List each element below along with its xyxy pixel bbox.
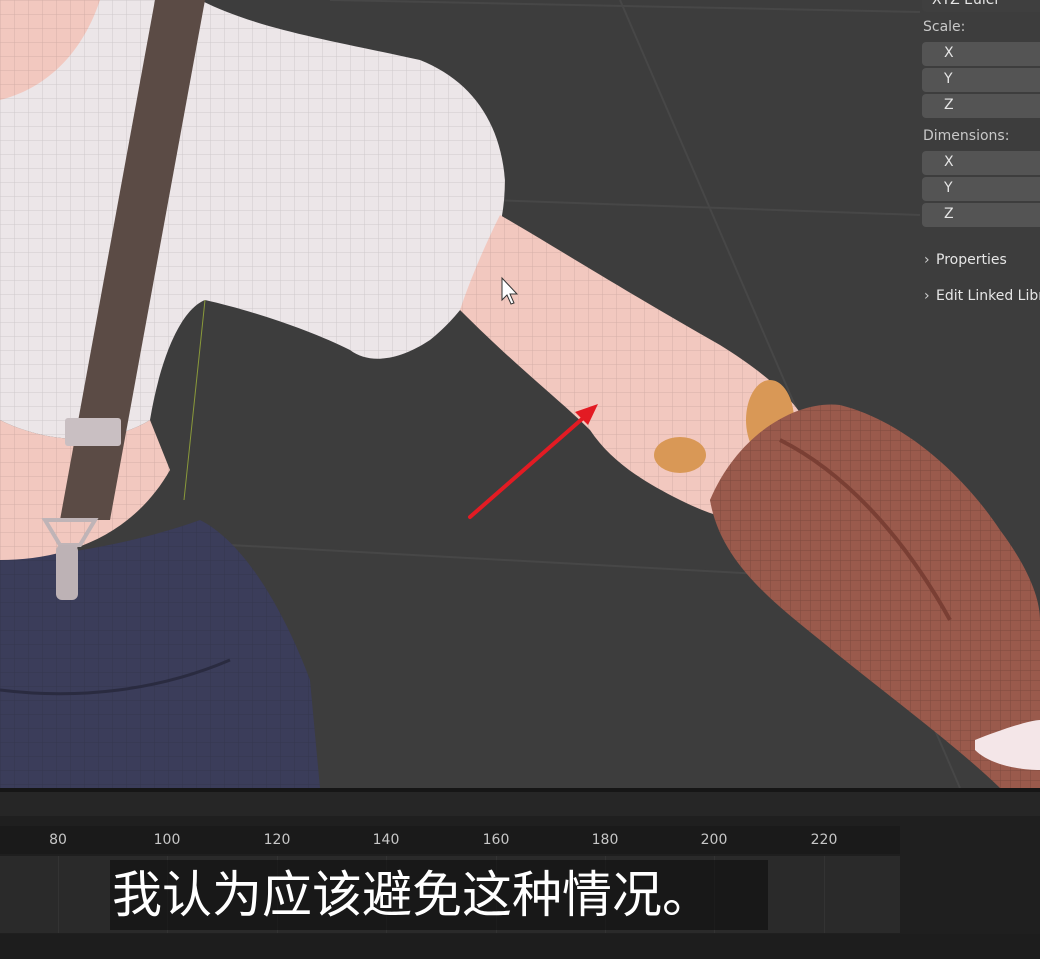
scale-y-label: Y: [944, 71, 953, 87]
chevron-right-icon: ›: [924, 288, 930, 304]
edit-linked-label: Edit Linked Libr: [936, 288, 1040, 304]
frame-tick: 200: [700, 832, 728, 848]
frame-tick: 140: [372, 832, 400, 848]
3d-viewport[interactable]: XYZ Euler Scale: X Y Z Dimensions: X Y Z…: [0, 0, 1040, 788]
sidebar-n-panel: XYZ Euler Scale: X Y Z Dimensions: X Y Z…: [918, 0, 1040, 320]
dimensions-z-label: Z: [944, 206, 954, 222]
video-subtitle: 我认为应该避免这种情况。: [110, 860, 768, 930]
dimensions-x-label: X: [944, 154, 954, 170]
frame-ruler[interactable]: 80 100 120 140 160 180 200 220: [0, 826, 900, 854]
scale-x-label: X: [944, 45, 954, 61]
frame-tick: 160: [482, 832, 510, 848]
dimensions-y-field[interactable]: Y: [922, 177, 1040, 201]
dimensions-x-field[interactable]: X: [922, 151, 1040, 175]
dimensions-z-field[interactable]: Z: [922, 203, 1040, 227]
edit-linked-library-header[interactable]: › Edit Linked Libr: [924, 288, 1040, 304]
scale-x-field[interactable]: X: [922, 42, 1040, 66]
frame-tick: 100: [153, 832, 181, 848]
scale-y-field[interactable]: Y: [922, 68, 1040, 92]
timeline-scrollbar-area[interactable]: [0, 934, 1040, 959]
scale-z-label: Z: [944, 97, 954, 113]
rotation-mode-select[interactable]: XYZ Euler: [922, 0, 1040, 12]
frame-tick: 220: [810, 832, 838, 848]
grid-line: [58, 856, 59, 933]
dimensions-label: Dimensions:: [923, 128, 1010, 144]
scale-label: Scale:: [923, 19, 966, 35]
frame-tick: 120: [263, 832, 291, 848]
timeline-header: [0, 792, 1040, 816]
frame-tick: 80: [49, 832, 67, 848]
properties-label: Properties: [936, 252, 1007, 268]
timeline-editor: 80 100 120 140 160 180 200 220 我认为应该避免这种…: [0, 788, 1040, 959]
character-mesh-render: [0, 0, 1040, 788]
dimensions-y-label: Y: [944, 180, 953, 196]
scale-z-field[interactable]: Z: [922, 94, 1040, 118]
properties-panel-header[interactable]: › Properties: [924, 252, 1007, 268]
rotation-mode-value: XYZ Euler: [932, 0, 1001, 8]
chevron-right-icon: ›: [924, 252, 930, 268]
grid-line: [824, 856, 825, 933]
frame-tick: 180: [591, 832, 619, 848]
